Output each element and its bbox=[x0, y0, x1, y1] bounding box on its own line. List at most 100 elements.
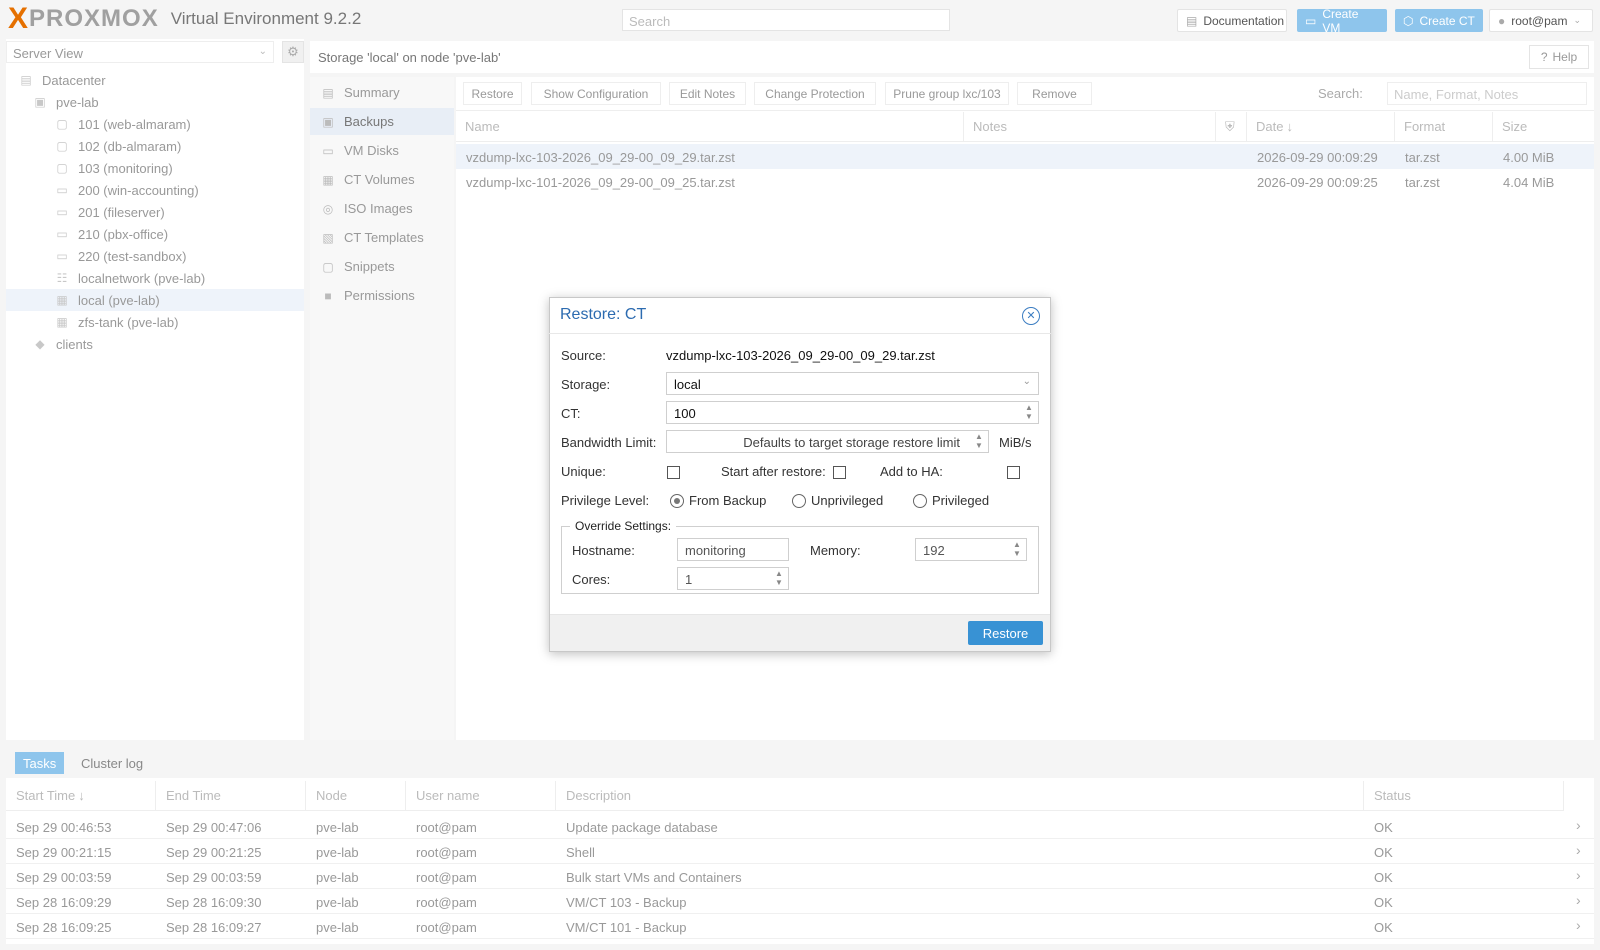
cell-node: pve-lab bbox=[316, 895, 359, 910]
user-label: root@pam bbox=[1511, 13, 1568, 28]
lock-icon: ■ bbox=[324, 288, 332, 303]
cores-label: Cores: bbox=[572, 572, 611, 587]
remove-button[interactable]: Remove bbox=[1017, 82, 1092, 105]
subnav-item[interactable]: ◎ ISO Images bbox=[310, 195, 454, 222]
chevron-right-icon[interactable]: › bbox=[1576, 917, 1581, 933]
edit-notes-button[interactable]: Edit Notes bbox=[669, 82, 746, 105]
radio-privileged[interactable] bbox=[913, 494, 927, 508]
create-ct-button[interactable]: ⬡ Create CT bbox=[1395, 9, 1483, 32]
tree-item[interactable]: ◆ clients bbox=[6, 333, 304, 355]
change-protection-button[interactable]: Change Protection bbox=[754, 82, 876, 105]
global-search-input[interactable]: Search bbox=[622, 9, 950, 31]
sort-down-icon: ↓ bbox=[1286, 119, 1293, 134]
radio-unprivileged[interactable] bbox=[792, 494, 806, 508]
column-header-size[interactable]: Size bbox=[1493, 112, 1594, 142]
tree-item[interactable]: ▢ 103 (monitoring) bbox=[6, 157, 304, 179]
user-menu-button[interactable]: ● root@pam ⌄ bbox=[1489, 9, 1593, 32]
cell-user: root@pam bbox=[416, 845, 477, 860]
column-header-description[interactable]: Description bbox=[556, 781, 1364, 811]
dialog-divider bbox=[549, 333, 1051, 334]
add-to-ha-checkbox[interactable] bbox=[1007, 466, 1020, 479]
chevron-right-icon[interactable]: › bbox=[1576, 842, 1581, 858]
disk-icon: ▭ bbox=[322, 143, 334, 158]
column-header-user[interactable]: User name bbox=[406, 781, 556, 811]
subnav-item[interactable]: ▣ Backups bbox=[310, 108, 454, 135]
privilege-level-label: Privilege Level: bbox=[561, 493, 650, 508]
tree-item[interactable]: ▦ local (pve-lab) bbox=[6, 289, 304, 311]
tree-item[interactable]: ▦ zfs-tank (pve-lab) bbox=[6, 311, 304, 333]
subnav-item[interactable]: ▤ Summary bbox=[310, 79, 454, 106]
gear-icon[interactable]: ⚙ bbox=[282, 41, 304, 63]
table-row[interactable]: vzdump-lxc-101-2026_09_29-00_09_25.tar.z… bbox=[456, 169, 1594, 194]
subnav-item[interactable]: ▭ VM Disks bbox=[310, 137, 454, 164]
task-row[interactable]: Sep 28 16:09:29 Sep 28 16:09:30 pve-lab roo… bbox=[6, 889, 1594, 914]
hostname-field[interactable]: monitoring bbox=[677, 538, 789, 561]
container-icon: ▢ bbox=[56, 161, 68, 175]
bandwidth-limit-field[interactable]: Defaults to target storage restore limit… bbox=[666, 430, 989, 453]
column-header-format[interactable]: Format bbox=[1395, 112, 1493, 142]
tree-item[interactable]: ▭ 200 (win-accounting) bbox=[6, 179, 304, 201]
documentation-button[interactable]: ▤ Documentation bbox=[1177, 9, 1287, 32]
start-after-restore-checkbox[interactable] bbox=[833, 466, 846, 479]
help-button[interactable]: ? Help bbox=[1529, 45, 1589, 69]
column-header-date[interactable]: Date ↓ bbox=[1247, 112, 1395, 142]
column-header-start-time[interactable]: Start Time ↓ bbox=[6, 781, 156, 811]
ct-id-field[interactable]: 100 ▲ ▼ bbox=[666, 401, 1039, 424]
task-row[interactable]: Sep 29 00:03:59 Sep 29 00:03:59 pve-lab roo… bbox=[6, 864, 1594, 889]
restore-button[interactable]: Restore bbox=[968, 621, 1043, 645]
spinner-icon[interactable]: ▲ ▼ bbox=[974, 432, 984, 451]
cores-field[interactable]: 1 ▲ ▼ bbox=[677, 567, 789, 590]
tree-item[interactable]: ▭ 201 (fileserver) bbox=[6, 201, 304, 223]
column-header-name[interactable]: Name bbox=[456, 112, 964, 142]
chevron-right-icon[interactable]: › bbox=[1576, 867, 1581, 883]
column-header-status[interactable]: Status bbox=[1364, 781, 1564, 811]
chevron-right-icon[interactable]: › bbox=[1576, 892, 1581, 908]
create-ct-label: Create CT bbox=[1419, 13, 1475, 28]
tab-cluster-log[interactable]: Cluster log bbox=[73, 752, 151, 774]
grid-search-input[interactable]: Name, Format, Notes bbox=[1387, 82, 1587, 105]
start-after-restore-label: Start after restore: bbox=[721, 464, 826, 479]
restore-toolbar-button[interactable]: Restore bbox=[463, 82, 522, 105]
spinner-icon[interactable]: ▲ ▼ bbox=[1024, 403, 1034, 422]
create-vm-label: Create VM bbox=[1322, 6, 1359, 35]
column-header-protected[interactable]: ⛨ bbox=[1216, 112, 1247, 142]
create-vm-button[interactable]: ▭ Create VM bbox=[1297, 6, 1387, 35]
server-view-select[interactable]: Server View ⌄ bbox=[6, 41, 274, 63]
tab-tasks[interactable]: Tasks bbox=[15, 752, 65, 774]
task-row[interactable]: Sep 28 16:09:25 Sep 28 16:09:27 pve-lab roo… bbox=[6, 914, 1594, 939]
subnav-item[interactable]: ▧ CT Templates bbox=[310, 224, 454, 251]
tree-item[interactable]: ▣ pve-lab bbox=[6, 91, 304, 113]
task-row[interactable]: Sep 29 00:46:53 Sep 29 00:47:06 pve-lab roo… bbox=[6, 814, 1594, 839]
column-header-end-time[interactable]: End Time bbox=[156, 781, 306, 811]
cell-desc: VM/CT 103 - Backup bbox=[566, 895, 687, 910]
show-configuration-button[interactable]: Show Configuration bbox=[531, 82, 661, 105]
prune-group-button[interactable]: Prune group lxc/103 bbox=[885, 82, 1009, 105]
close-icon[interactable]: ✕ bbox=[1022, 307, 1040, 325]
subnav-item[interactable]: ▢ Snippets bbox=[310, 253, 454, 280]
tree-item[interactable]: ▢ 102 (db-almaram) bbox=[6, 135, 304, 157]
tree-item[interactable]: ▤ Datacenter bbox=[6, 69, 304, 91]
tree-item[interactable]: ▭ 210 (pbx-office) bbox=[6, 223, 304, 245]
tree-item[interactable]: ▢ 101 (web-almaram) bbox=[6, 113, 304, 135]
spinner-icon[interactable]: ▲ ▼ bbox=[1012, 540, 1022, 559]
question-icon: ? bbox=[1540, 50, 1548, 64]
column-header-notes[interactable]: Notes bbox=[964, 112, 1216, 142]
tree-item[interactable]: ▭ 220 (test-sandbox) bbox=[6, 245, 304, 267]
task-row[interactable]: Sep 29 00:21:15 Sep 29 00:21:25 pve-lab roo… bbox=[6, 839, 1594, 864]
container-icon: ▢ bbox=[56, 117, 68, 131]
tree-item[interactable]: ☷ localnetwork (pve-lab) bbox=[6, 267, 304, 289]
tree-item-label: local (pve-lab) bbox=[78, 292, 160, 308]
user-icon: ● bbox=[1498, 13, 1506, 28]
spinner-icon[interactable]: ▲ ▼ bbox=[774, 569, 784, 588]
radio-from-backup[interactable] bbox=[670, 494, 684, 508]
unique-checkbox[interactable] bbox=[667, 466, 680, 479]
cell-desc: Update package database bbox=[566, 820, 718, 835]
subnav-item[interactable]: ▦ CT Volumes bbox=[310, 166, 454, 193]
chevron-right-icon[interactable]: › bbox=[1576, 817, 1581, 833]
storage-select[interactable]: local ⌄ bbox=[666, 372, 1039, 395]
memory-field[interactable]: 192 ▲ ▼ bbox=[915, 538, 1027, 561]
column-header-node[interactable]: Node bbox=[306, 781, 406, 811]
subnav-item[interactable]: ■ Permissions bbox=[310, 282, 454, 309]
cube-icon: ⬡ bbox=[1403, 13, 1414, 28]
table-row[interactable]: vzdump-lxc-103-2026_09_29-00_09_29.tar.z… bbox=[456, 144, 1594, 169]
